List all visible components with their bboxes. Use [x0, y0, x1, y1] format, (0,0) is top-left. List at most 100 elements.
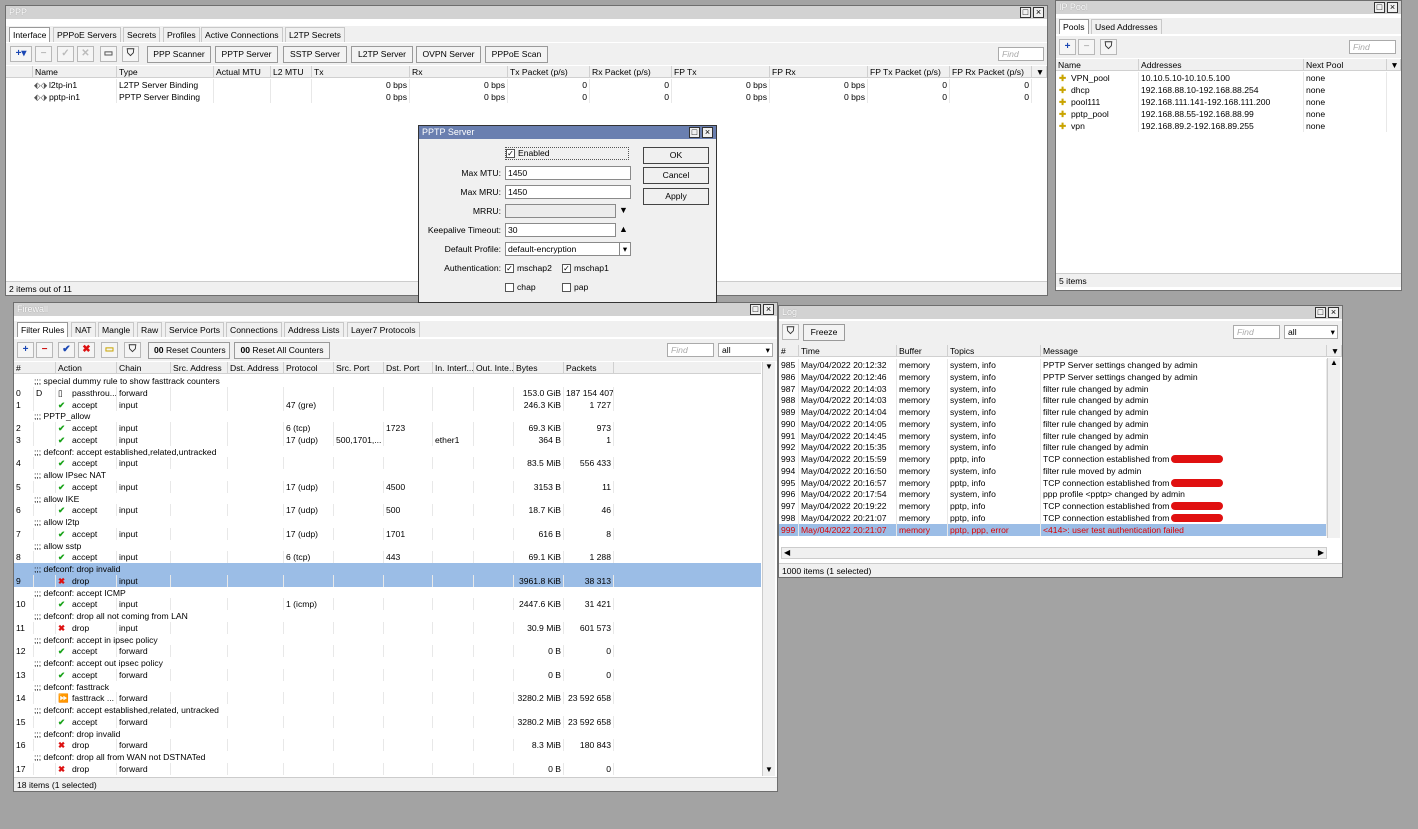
scroll-left-icon[interactable]: ◀ [784, 548, 790, 557]
mschap2-checkbox[interactable]: ✓ mschap2 [505, 263, 552, 274]
column-menu-icon[interactable]: ▼ [1032, 66, 1047, 78]
add-icon[interactable]: + [17, 342, 34, 358]
close-icon[interactable]: × [763, 304, 774, 315]
log-row[interactable]: 991 May/04/2022 20:14:45 memory system, inf… [779, 429, 1327, 442]
log-row[interactable]: 993 May/04/2022 20:15:59 memory pptp, info T… [779, 453, 1327, 465]
col-message[interactable]: Message [1041, 345, 1327, 357]
col-name[interactable]: Name [1056, 59, 1139, 71]
table-row[interactable]: 6 ✔ accept input 17 (udp) 500 18.7 KiB 46 [14, 504, 761, 517]
comment-row[interactable]: ;;; special dummy rule to show fasttrack… [14, 375, 761, 387]
remove-icon[interactable]: − [36, 342, 53, 358]
close-icon[interactable]: × [1387, 2, 1398, 13]
vertical-scrollbar[interactable]: ▲ [1327, 358, 1340, 538]
table-row[interactable]: 4 ✔ accept input 83.5 MiB 556 433 [14, 457, 761, 470]
ppp-titlebar[interactable]: PPP [6, 6, 1047, 19]
horizontal-scrollbar[interactable]: ◀ ▶ [781, 547, 1327, 559]
max-mtu-field[interactable]: 1450 [505, 166, 631, 180]
enable-icon[interactable]: ✔ [58, 342, 75, 358]
table-row[interactable]: 16 ✖ drop forward 8.3 MiB 180 843 [14, 739, 761, 752]
table-row[interactable]: 5 ✔ accept input 17 (udp) 4500 3153 B 11 [14, 480, 761, 493]
maximize-icon[interactable]: □ [1374, 2, 1385, 13]
firewall-titlebar[interactable]: Firewall [14, 303, 777, 316]
scroll-down-icon[interactable]: ▼ [765, 765, 773, 774]
enabled-checkbox[interactable]: ✓ Enabled [505, 147, 629, 160]
table-row[interactable]: 17 ✖ drop forward 0 B0 [14, 762, 761, 775]
col-src-port[interactable]: Src. Port [334, 362, 384, 374]
maximize-icon[interactable]: □ [689, 127, 700, 138]
reset-counters-button[interactable]: 00 Reset Counters [148, 342, 230, 359]
log-row[interactable]: 988 May/04/2022 20:14:03 memory system, inf… [779, 394, 1327, 407]
table-row[interactable]: 15 ✔ accept forward 3280.2 MiB 23 592 658 [14, 715, 761, 728]
col-addresses[interactable]: Addresses [1139, 59, 1304, 71]
chap-checkbox[interactable]: chap [505, 282, 536, 293]
col-protocol[interactable]: Protocol [284, 362, 334, 374]
table-row[interactable]: ✚ VPN_pool 10.10.5.10-10.10.5.100 none [1056, 72, 1401, 84]
table-row[interactable]: ⬖⬗ l2tp-in1 L2TP Server Binding 0 bps 0 bps 0… [6, 79, 1047, 91]
filter-icon[interactable]: ⛉ [122, 46, 139, 62]
col-number[interactable]: # [14, 362, 56, 374]
col-topics[interactable]: Topics [948, 345, 1041, 357]
col-bytes[interactable]: Bytes [514, 362, 564, 374]
tab-filter-rules[interactable]: Filter Rules [17, 322, 69, 337]
add-icon[interactable]: +▾ [10, 46, 32, 62]
col-packets[interactable]: Packets [564, 362, 614, 374]
comment-row[interactable]: ;;; defconf: drop invalid [14, 728, 761, 740]
pptp-server-button[interactable]: PPTP Server [215, 46, 278, 63]
comment-row[interactable]: ;;; defconf: drop invalid [14, 563, 761, 575]
col-name[interactable]: Name [33, 66, 117, 78]
tab-interface[interactable]: Interface [9, 27, 51, 42]
comment-row[interactable]: ;;; defconf: accept established,related,… [14, 446, 761, 458]
col-src-address[interactable]: Src. Address [171, 362, 228, 374]
col-l2-mtu[interactable]: L2 MTU [271, 66, 312, 78]
tab-connections[interactable]: Connections [226, 322, 282, 337]
comment-row[interactable]: ;;; allow IPsec NAT [14, 469, 761, 481]
scroll-right-icon[interactable]: ▶ [1318, 548, 1324, 557]
col-fp-rx[interactable]: FP Rx [770, 66, 868, 78]
tab-mangle[interactable]: Mangle [98, 322, 135, 337]
col-fp-rx-packet[interactable]: FP Rx Packet (p/s) [950, 66, 1032, 78]
tab-raw[interactable]: Raw [137, 322, 163, 337]
log-row[interactable]: 990 May/04/2022 20:14:05 memory system, inf… [779, 417, 1327, 430]
col-tx-packet[interactable]: Tx Packet (p/s) [508, 66, 590, 78]
table-row[interactable]: ✚ pool111 192.168.111.141-192.168.111.200 n… [1056, 96, 1401, 108]
tab-profiles[interactable]: Profiles [163, 27, 200, 42]
tab-secrets[interactable]: Secrets [123, 27, 161, 42]
comment-row[interactable]: ;;; defconf: drop all from WAN not DSTNA… [14, 751, 761, 763]
col-in-interface[interactable]: In. Interf... [433, 362, 474, 374]
col-out-interface[interactable]: Out. Inte... [474, 362, 514, 374]
col-dst-port[interactable]: Dst. Port [384, 362, 433, 374]
table-row[interactable]: 7 ✔ accept input 17 (udp) 1701 616 B8 [14, 527, 761, 540]
freeze-button[interactable]: Freeze [803, 324, 845, 341]
tab-nat[interactable]: NAT [71, 322, 96, 337]
sstp-server-button[interactable]: SSTP Server [283, 46, 347, 63]
add-icon[interactable]: + [1059, 39, 1076, 55]
ip-pool-titlebar[interactable]: IP Pool [1056, 1, 1401, 14]
comment-row[interactable]: ;;; defconf: fasttrack [14, 681, 761, 693]
comment-row[interactable]: ;;; defconf: accept established,related,… [14, 704, 761, 716]
col-buffer[interactable]: Buffer [897, 345, 948, 357]
remove-icon[interactable]: − [1078, 39, 1095, 55]
col-rx-packet[interactable]: Rx Packet (p/s) [590, 66, 672, 78]
disable-icon[interactable]: ✕ [77, 46, 94, 62]
table-row[interactable]: ✚ pptp_pool 192.168.88.55-192.168.88.99 non… [1056, 108, 1401, 120]
col-fp-tx[interactable]: FP Tx [672, 66, 770, 78]
log-row[interactable]: 997 May/04/2022 20:19:22 memory pptp, info T… [779, 500, 1327, 512]
table-row[interactable]: 1 ✔ accept input 47 (gre) 246.3 KiB 1 727 [14, 398, 761, 411]
comment-row[interactable]: ;;; defconf: accept ICMP [14, 587, 761, 599]
column-menu-icon[interactable]: ▼ [1387, 59, 1401, 71]
col-chain[interactable]: Chain [117, 362, 171, 374]
l2tp-server-button[interactable]: L2TP Server [351, 46, 413, 63]
default-profile-select[interactable]: default-encryption ▾ [505, 242, 631, 256]
log-row[interactable]: 995 May/04/2022 20:16:57 memory pptp, info T… [779, 476, 1327, 489]
pptp-titlebar[interactable]: PPTP Server [419, 126, 716, 139]
comment-row[interactable]: ;;; PPTP_allow [14, 410, 761, 422]
pppoe-scan-button[interactable]: PPPoE Scan [485, 46, 548, 63]
log-row[interactable]: 985 May/04/2022 20:12:32 memory system, inf… [779, 359, 1327, 371]
find-input[interactable]: Find [998, 47, 1044, 61]
comment-row[interactable]: ;;; defconf: accept out ipsec policy [14, 657, 761, 669]
filter-icon[interactable]: ⛉ [124, 342, 141, 358]
tab-used-addresses[interactable]: Used Addresses [1091, 19, 1162, 34]
col-fp-tx-packet[interactable]: FP Tx Packet (p/s) [868, 66, 950, 78]
table-row[interactable]: 0 D ▯ passthrou... forward 153.0 GiB 187 154 4… [14, 386, 761, 399]
find-input[interactable]: Find [1233, 325, 1280, 339]
